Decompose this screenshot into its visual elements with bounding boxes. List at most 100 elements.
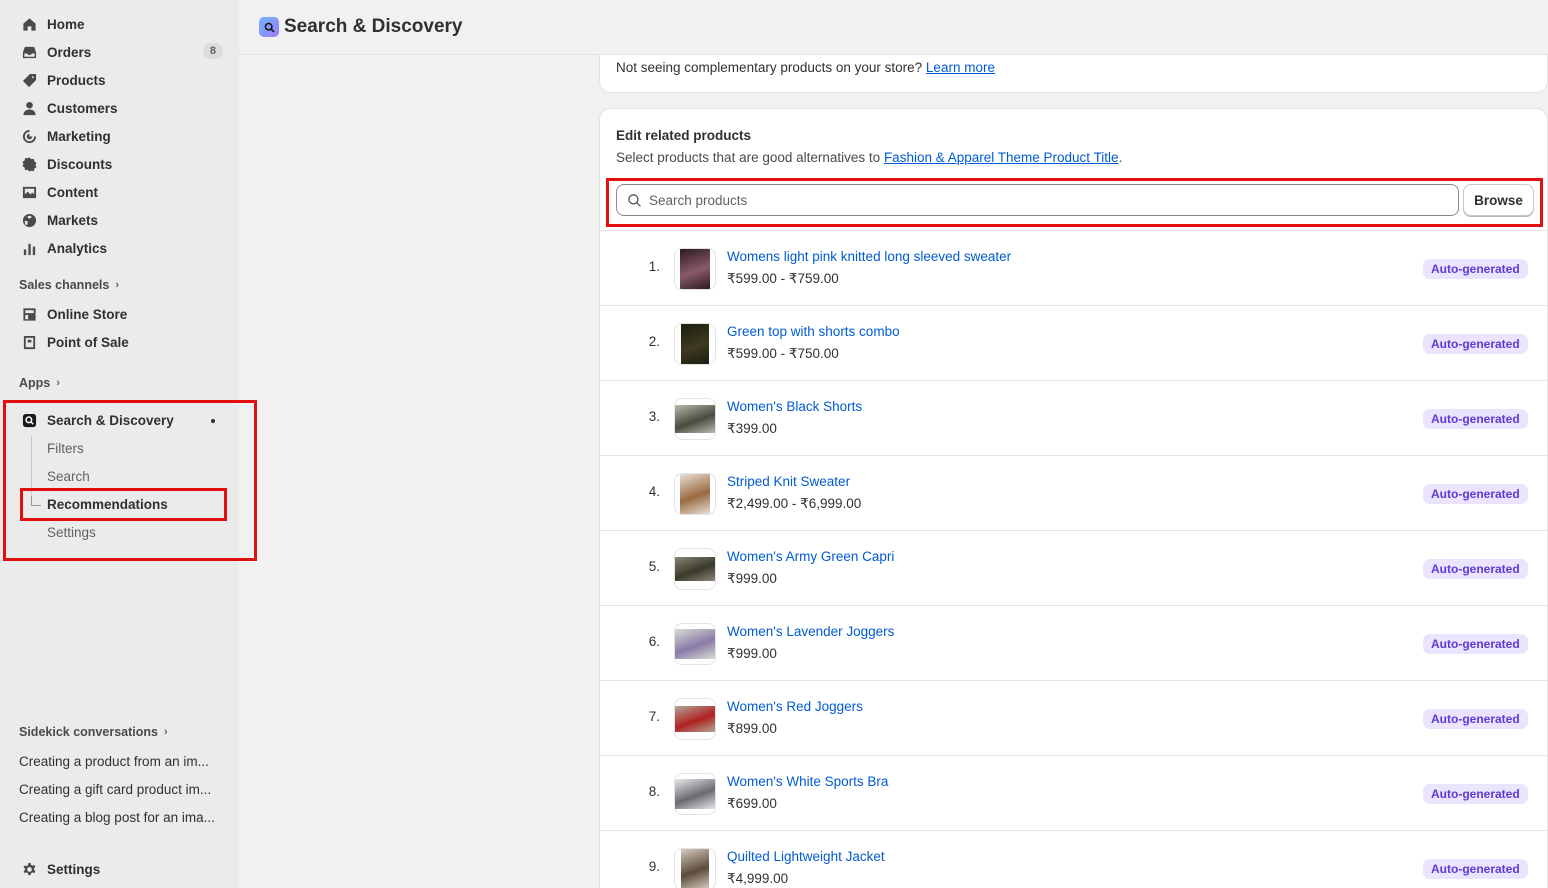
product-price: ₹599.00 - ₹750.00 bbox=[727, 346, 839, 361]
product-row[interactable]: 6. Women's Lavender Joggers ₹999.00 Auto-ge… bbox=[600, 605, 1547, 680]
product-row[interactable]: 7. Women's Red Joggers ₹899.00 Auto-generat… bbox=[600, 680, 1547, 755]
nav-markets[interactable]: Markets bbox=[0, 206, 239, 234]
sales-channels-heading[interactable]: Sales channels › bbox=[19, 278, 119, 292]
product-thumbnail bbox=[674, 623, 716, 665]
product-row[interactable]: 2. Green top with shorts combo ₹599.00 - ₹… bbox=[600, 305, 1547, 380]
nav-label: Analytics bbox=[47, 240, 108, 256]
nav-label: Products bbox=[47, 72, 106, 88]
nav-label: Home bbox=[47, 16, 85, 32]
product-name-link[interactable]: Womens light pink knitted long sleeved s… bbox=[727, 249, 1011, 264]
chevron-right-icon: › bbox=[163, 726, 168, 738]
nav-analytics[interactable]: Analytics bbox=[0, 234, 239, 262]
nav-label: Online Store bbox=[47, 306, 128, 322]
pos-icon bbox=[21, 334, 37, 350]
nav-settings[interactable]: Settings bbox=[0, 855, 239, 883]
card-title: Edit related products bbox=[616, 128, 752, 143]
page-header: Search & Discovery bbox=[239, 0, 1548, 55]
product-name-link[interactable]: Quilted Lightweight Jacket bbox=[727, 849, 885, 864]
product-row[interactable]: 4. Striped Knit Sweater ₹2,499.00 - ₹6,999… bbox=[600, 455, 1547, 530]
nav-home[interactable]: Home bbox=[0, 10, 239, 38]
tag-icon bbox=[21, 72, 37, 88]
product-rank: 3. bbox=[648, 409, 660, 424]
nav-point-of-sale[interactable]: Point of Sale bbox=[0, 328, 239, 356]
related-products-card: Edit related products Select products th… bbox=[599, 108, 1548, 888]
product-image bbox=[675, 557, 715, 581]
product-title-link[interactable]: Fashion & Apparel Theme Product Title bbox=[884, 150, 1119, 165]
nav-online-store[interactable]: Online Store bbox=[0, 300, 239, 328]
nav-label: Orders bbox=[47, 44, 92, 60]
learn-more-link[interactable]: Learn more bbox=[926, 60, 995, 75]
product-price: ₹899.00 bbox=[727, 721, 777, 736]
product-thumbnail bbox=[674, 848, 716, 888]
image-icon bbox=[21, 184, 37, 200]
sidebar: Home Orders 8 Products Customers Marketi… bbox=[0, 0, 257, 888]
product-image bbox=[680, 249, 710, 289]
target-icon bbox=[21, 128, 37, 144]
product-image bbox=[681, 849, 709, 888]
nav-marketing[interactable]: Marketing bbox=[0, 122, 239, 150]
product-price: ₹699.00 bbox=[727, 796, 777, 811]
nav-content[interactable]: Content bbox=[0, 178, 239, 206]
product-rank: 9. bbox=[648, 859, 660, 874]
product-name-link[interactable]: Striped Knit Sweater bbox=[727, 474, 850, 489]
apps-heading[interactable]: Apps › bbox=[19, 376, 60, 390]
product-rank: 6. bbox=[648, 634, 660, 649]
product-row[interactable]: 8. Women's White Sports Bra ₹699.00 Auto-ge… bbox=[600, 755, 1547, 830]
product-price: ₹599.00 - ₹759.00 bbox=[727, 271, 839, 286]
product-name-link[interactable]: Women's Army Green Capri bbox=[727, 549, 894, 564]
discount-icon bbox=[21, 156, 37, 172]
nav-label: Discounts bbox=[47, 156, 113, 172]
product-thumbnail bbox=[674, 773, 716, 815]
product-price: ₹399.00 bbox=[727, 421, 777, 436]
store-icon bbox=[21, 306, 37, 322]
product-thumbnail bbox=[674, 548, 716, 590]
product-thumbnail bbox=[674, 323, 716, 365]
nav-label: Markets bbox=[47, 212, 99, 228]
orders-count-badge: 8 bbox=[202, 43, 223, 59]
product-name-link[interactable]: Women's Red Joggers bbox=[727, 699, 863, 714]
product-image bbox=[675, 779, 715, 809]
nav-products[interactable]: Products bbox=[0, 66, 239, 94]
nav-customers[interactable]: Customers bbox=[0, 94, 239, 122]
product-rank: 5. bbox=[648, 559, 660, 574]
product-price: ₹999.00 bbox=[727, 571, 777, 586]
nav-orders[interactable]: Orders 8 bbox=[0, 38, 239, 66]
nav-discounts[interactable]: Discounts bbox=[0, 150, 239, 178]
product-thumbnail bbox=[674, 473, 716, 515]
nav-label: Point of Sale bbox=[47, 334, 129, 350]
product-name-link[interactable]: Women's Black Shorts bbox=[727, 399, 862, 414]
nav-label: Settings bbox=[47, 861, 101, 877]
card-subtitle: Select products that are good alternativ… bbox=[616, 150, 1123, 165]
chevron-right-icon: › bbox=[115, 279, 119, 291]
product-price: ₹4,999.00 bbox=[727, 871, 789, 886]
gear-icon bbox=[21, 861, 37, 877]
product-row[interactable]: 9. Quilted Lightweight Jacket ₹4,999.00 Aut… bbox=[600, 830, 1547, 888]
product-name-link[interactable]: Women's Lavender Joggers bbox=[727, 624, 894, 639]
product-row[interactable]: 5. Women's Army Green Capri ₹999.00 Auto-ge… bbox=[600, 530, 1547, 605]
auto-generated-badge: Auto-generated bbox=[1423, 559, 1528, 579]
home-icon bbox=[21, 16, 37, 32]
nav-label: Customers bbox=[47, 100, 118, 116]
product-name-link[interactable]: Green top with shorts combo bbox=[727, 324, 900, 339]
product-row[interactable]: 1. Womens light pink knitted long sleeved… bbox=[600, 230, 1547, 305]
sidekick-conversation[interactable]: Creating a blog post for an ima... bbox=[19, 810, 224, 825]
auto-generated-badge: Auto-generated bbox=[1423, 784, 1528, 804]
complementary-notice-card: Not seeing complementary products on you… bbox=[599, 55, 1548, 93]
product-name-link[interactable]: Women's White Sports Bra bbox=[727, 774, 888, 789]
auto-generated-badge: Auto-generated bbox=[1423, 409, 1528, 429]
nav-label: Content bbox=[47, 184, 98, 200]
sidekick-conversation[interactable]: Creating a product from an im... bbox=[19, 754, 224, 769]
product-rank: 2. bbox=[648, 334, 660, 349]
product-row[interactable]: 3. Women's Black Shorts ₹399.00 Auto-genera… bbox=[600, 380, 1547, 455]
sidekick-heading[interactable]: Sidekick conversations › bbox=[19, 725, 168, 739]
product-price: ₹2,499.00 - ₹6,999.00 bbox=[727, 496, 862, 511]
highlight-app-section bbox=[3, 400, 257, 561]
app-logo-icon bbox=[259, 17, 279, 37]
sidekick-conversation[interactable]: Creating a gift card product im... bbox=[19, 782, 224, 797]
product-image bbox=[675, 706, 715, 732]
bar-chart-icon bbox=[21, 240, 37, 256]
product-image bbox=[680, 474, 710, 514]
auto-generated-badge: Auto-generated bbox=[1423, 859, 1528, 879]
auto-generated-badge: Auto-generated bbox=[1423, 259, 1528, 279]
nav-label: Marketing bbox=[47, 128, 111, 144]
